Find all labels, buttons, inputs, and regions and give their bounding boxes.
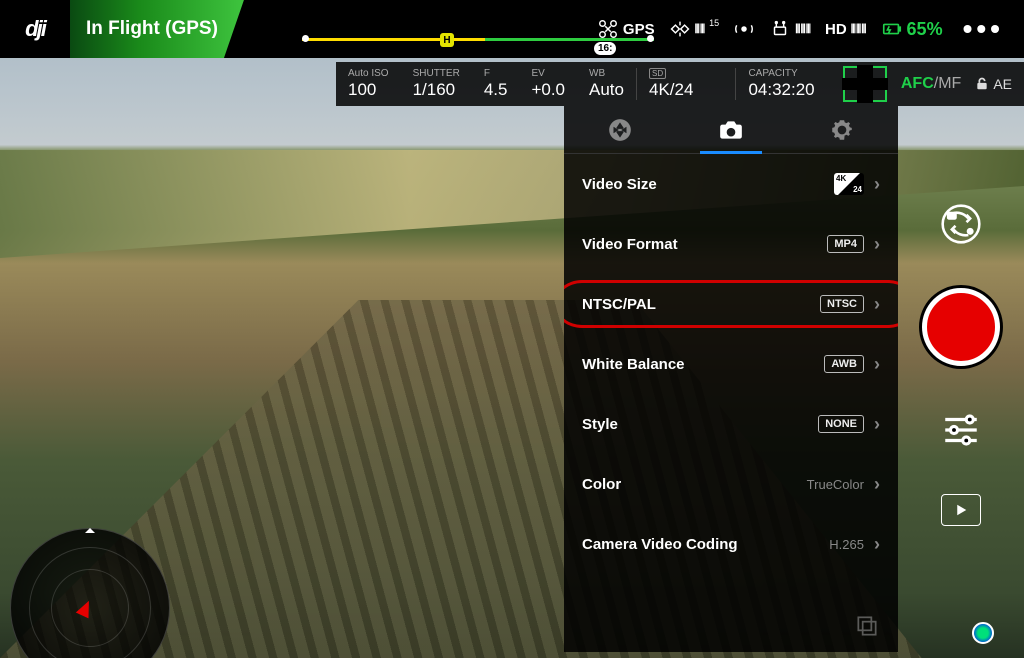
hd-label: HD [825,21,847,38]
row-color[interactable]: Color TrueColor › [564,454,898,514]
row-video-coding[interactable]: Camera Video Coding H.265 › [564,514,898,574]
satellite-icon[interactable]: ⦀⦀ 15 [669,18,720,40]
more-menu-icon[interactable]: ••• [963,13,1004,45]
param-aperture[interactable]: F 4.5 [472,68,520,100]
row-label: Video Format [582,236,678,253]
chevron-right-icon: › [874,234,880,255]
chevron-right-icon: › [874,474,880,495]
right-controls [898,120,1024,658]
battery-percentage: 65% [907,19,943,40]
row-label: Camera Video Coding [582,536,738,553]
param-iso[interactable]: Auto ISO 100 [336,68,401,100]
battery-icon[interactable]: 65% [881,18,943,40]
row-value: NTSC [820,295,864,313]
camera-params-bar[interactable]: Auto ISO 100 SHUTTER 1/160 F 4.5 EV +0.0… [336,62,1024,106]
row-white-balance[interactable]: White Balance AWB › [564,334,898,394]
row-value: H.265 [829,537,864,552]
hd-signal-icon[interactable]: HD ⦀⦀⦀ [825,21,867,38]
param-wb[interactable]: WB Auto [577,68,636,100]
param-ev[interactable]: EV +0.0 [519,68,577,100]
focus-frame-button[interactable] [843,66,887,102]
row-label: White Balance [582,356,685,373]
chevron-right-icon: › [874,174,880,195]
radar-north-tick [85,523,95,533]
chevron-right-icon: › [874,414,880,435]
camera-settings-panel: Video Size 4K 24 › Video Format MP4 › NT… [564,106,898,652]
battery-timeline [302,38,654,41]
rc-signal-icon[interactable]: ⦀⦀⦀ [769,18,811,40]
row-value: NONE [818,415,864,433]
row-label: Video Size [582,176,657,193]
chevron-right-icon: › [874,534,880,555]
param-shutter[interactable]: SHUTTER 1/160 [401,68,472,100]
timeline-time-marker: 16: [594,42,616,55]
row-video-format[interactable]: Video Format MP4 › [564,214,898,274]
row-label: Color [582,476,621,493]
chevron-right-icon: › [874,354,880,375]
tab-aperture[interactable] [564,106,675,153]
param-resolution[interactable]: SD 4K/24 [636,68,705,100]
row-video-size[interactable]: Video Size 4K 24 › [564,154,898,214]
camera-settings-button[interactable] [937,406,985,454]
dji-logo: dji [0,16,70,42]
playback-button[interactable] [941,494,981,526]
row-ntsc-pal[interactable]: NTSC/PAL NTSC › [564,274,898,334]
satellite-bars: ⦀⦀ [695,22,706,37]
top-bar: dji In Flight (GPS) GPS ⦀⦀ 15 ⦀⦀⦀ HD ⦀⦀⦀… [0,0,1024,58]
tab-settings[interactable] [787,106,898,153]
record-button[interactable] [922,288,1000,366]
row-style[interactable]: Style NONE › [564,394,898,454]
settings-tabs [564,106,898,154]
home-point-marker: H [440,33,454,47]
flight-status[interactable]: In Flight (GPS) [70,0,244,58]
row-label: NTSC/PAL [582,296,656,313]
hd-signal-bars: ⦀⦀⦀ [851,22,867,37]
chevron-right-icon: › [874,294,880,315]
layers-icon[interactable] [854,613,880,644]
row-value: AWB [824,355,864,373]
photo-video-switch-button[interactable] [937,200,985,248]
row-label: Style [582,416,618,433]
rc-signal-bars: ⦀⦀⦀ [795,22,811,37]
param-capacity: CAPACITY 04:32:20 [735,68,826,100]
row-value: TrueColor [807,477,864,492]
obstacle-sensing-icon[interactable] [733,18,755,40]
row-value: MP4 [827,235,864,253]
settings-list: Video Size 4K 24 › Video Format MP4 › NT… [564,154,898,652]
flight-mode-icon[interactable]: GPS [597,18,655,40]
radar-heading-arrow [76,591,98,618]
satellite-count: 15 [709,18,719,28]
focus-mode-toggle[interactable]: AFC/MF [901,75,961,93]
ae-lock-button[interactable]: AE [975,76,1012,92]
tab-video[interactable] [675,106,786,153]
video-size-badge-icon: 4K 24 [834,173,864,195]
